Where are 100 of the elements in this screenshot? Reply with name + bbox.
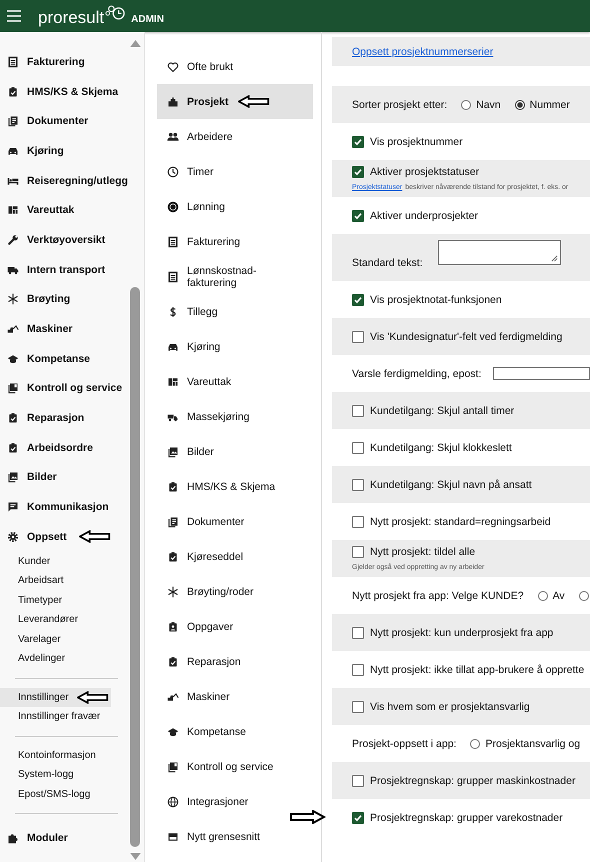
settings-menu-item[interactable]: Arbeidere bbox=[157, 119, 313, 154]
sidebar-item[interactable]: Kompetanse bbox=[7, 352, 90, 365]
checkbox[interactable] bbox=[352, 774, 364, 786]
clipboard-check-icon bbox=[167, 550, 179, 562]
submenu-item[interactable]: Varelager bbox=[0, 630, 111, 649]
clipboard-person-icon bbox=[167, 620, 179, 632]
settings-menu-item[interactable]: Lønnskostnad-fakturering bbox=[157, 259, 313, 294]
admin-label: ADMIN bbox=[131, 14, 164, 24]
sidebar-item[interactable]: Maskiner bbox=[7, 323, 73, 336]
radio-button[interactable] bbox=[514, 100, 525, 110]
document-icon bbox=[167, 516, 179, 528]
checkbox-label: Aktiver prosjektstatuser bbox=[370, 166, 480, 178]
scrollbar-thumb[interactable] bbox=[130, 287, 140, 847]
link[interactable]: Oppsett prosjektnummerserier bbox=[352, 46, 590, 58]
sidebar-item[interactable]: Reiseregning/utlegg bbox=[7, 174, 128, 187]
submenu-item[interactable]: Innstillinger fravær bbox=[0, 707, 111, 726]
field-label: Prosjekt-oppsett i app: bbox=[352, 738, 456, 750]
settings-menu-item[interactable]: Oppgaver bbox=[157, 609, 313, 644]
sidebar-item[interactable]: Kjøring bbox=[7, 144, 64, 157]
submenu-item[interactable]: Innstillinger bbox=[0, 688, 111, 707]
scroll-down-icon[interactable] bbox=[130, 853, 140, 860]
globe-icon bbox=[167, 796, 179, 808]
settings-menu-item[interactable]: Brøyting/roder bbox=[157, 574, 313, 609]
radio-button[interactable] bbox=[470, 738, 480, 748]
checkbox[interactable] bbox=[352, 626, 364, 638]
field-label: Sorter prosjekt etter: bbox=[352, 98, 448, 110]
sidebar-item[interactable]: Dokumenter bbox=[7, 115, 88, 128]
checkbox[interactable] bbox=[352, 136, 364, 148]
heart-icon bbox=[167, 60, 179, 72]
radio-button[interactable] bbox=[461, 100, 472, 110]
checkbox[interactable] bbox=[352, 442, 364, 454]
settings-menu-item[interactable]: Vareuttak bbox=[157, 364, 313, 399]
checkbox[interactable] bbox=[352, 294, 364, 306]
checkbox-label: Kundetilgang: Skjul navn på ansatt bbox=[370, 478, 532, 490]
settings-menu-item[interactable]: Integrasjoner bbox=[157, 784, 313, 819]
settings-menu-item[interactable]: Ofte brukt bbox=[157, 49, 313, 84]
submenu-item[interactable]: Kontoinformasjon bbox=[0, 746, 111, 765]
radio-button[interactable] bbox=[538, 590, 548, 600]
sidebar-item[interactable]: Verktøyoversikt bbox=[7, 234, 106, 246]
submenu-item[interactable]: Timetyper bbox=[0, 590, 111, 610]
checkbox[interactable] bbox=[352, 210, 364, 222]
sidebar-item[interactable]: Kommunikasjon bbox=[7, 501, 109, 514]
submenu-item[interactable]: Arbeidsart bbox=[0, 571, 111, 590]
clock-icon bbox=[167, 166, 179, 178]
clipboard-check-icon bbox=[7, 412, 19, 424]
checkbox[interactable] bbox=[352, 478, 364, 490]
settings-menu-item[interactable]: Massekjøring bbox=[157, 399, 313, 434]
scroll-up-icon[interactable] bbox=[130, 40, 140, 47]
clipboard-check-icon bbox=[7, 86, 19, 98]
wrench-icon bbox=[7, 234, 19, 246]
snowflake-icon bbox=[167, 586, 179, 598]
settings-menu-item[interactable]: Kjøring bbox=[157, 329, 313, 364]
checkbox[interactable] bbox=[352, 812, 364, 824]
settings-menu-item[interactable]: Kompetanse bbox=[157, 714, 313, 749]
sidebar-item[interactable]: Fakturering bbox=[7, 56, 85, 68]
field-label: Standard tekst: bbox=[352, 257, 423, 269]
sidebar-item[interactable]: Intern transport bbox=[7, 264, 106, 276]
settings-menu-item[interactable]: Bilder bbox=[157, 434, 313, 469]
checkbox[interactable] bbox=[352, 664, 364, 676]
sidebar-item[interactable]: Bilder bbox=[7, 471, 57, 484]
clipboard-check-icon bbox=[167, 656, 179, 668]
settings-menu-item[interactable]: Prosjekt bbox=[157, 84, 313, 119]
submenu-item[interactable]: Epost/SMS-logg bbox=[0, 784, 111, 804]
sidebar-item[interactable]: Oppsett bbox=[7, 530, 67, 543]
submenu-item[interactable]: System-logg bbox=[0, 765, 111, 784]
image-icon bbox=[7, 471, 19, 484]
submenu-item[interactable]: Kunder bbox=[0, 552, 111, 571]
settings-menu-item[interactable]: Fakturering bbox=[157, 224, 313, 259]
settings-menu-item[interactable]: Nytt grensesnitt bbox=[157, 819, 313, 854]
settings-menu-item[interactable]: Maskiner bbox=[157, 679, 313, 714]
checkbox[interactable] bbox=[352, 546, 364, 558]
sidebar-item[interactable]: Kontroll og service bbox=[7, 382, 122, 394]
building-icon bbox=[167, 96, 179, 108]
settings-menu-item[interactable]: HMS/KS & Skjema bbox=[157, 469, 313, 504]
sidebar-item[interactable]: HMS/KS & Skjema bbox=[7, 86, 118, 98]
text-area[interactable] bbox=[438, 240, 561, 265]
settings-menu-item[interactable]: Dokumenter bbox=[157, 504, 313, 539]
sidebar-item[interactable]: Moduler bbox=[7, 832, 68, 844]
sidebar-item[interactable]: Reparasjon bbox=[7, 412, 84, 424]
sidebar-item[interactable]: Arbeidsordre bbox=[7, 442, 93, 454]
sidebar-item[interactable]: Vareuttak bbox=[7, 204, 74, 216]
radio-button[interactable] bbox=[578, 590, 589, 600]
settings-menu-item[interactable]: Lønning bbox=[157, 189, 313, 224]
settings-menu-item[interactable]: Timer bbox=[157, 154, 313, 189]
settings-menu-item[interactable]: Kjøreseddel bbox=[157, 539, 313, 574]
submenu-item[interactable]: Avdelinger bbox=[0, 649, 111, 668]
sidebar-item[interactable]: Brøyting bbox=[7, 293, 70, 306]
checkbox[interactable] bbox=[352, 330, 364, 342]
checkbox[interactable] bbox=[352, 700, 364, 712]
settings-menu-item[interactable]: Tillegg bbox=[157, 294, 313, 329]
grid-icon bbox=[7, 204, 19, 216]
settings-menu-item[interactable]: Kontroll og service bbox=[157, 749, 313, 784]
list-icon bbox=[167, 270, 179, 282]
checkbox[interactable] bbox=[352, 404, 364, 416]
menu-icon[interactable] bbox=[7, 10, 21, 22]
email-field[interactable] bbox=[493, 367, 590, 380]
checkbox[interactable] bbox=[352, 166, 364, 178]
submenu-item[interactable]: Leverandører bbox=[0, 610, 111, 630]
checkbox[interactable] bbox=[352, 516, 364, 528]
settings-menu-item[interactable]: Reparasjon bbox=[157, 644, 313, 679]
